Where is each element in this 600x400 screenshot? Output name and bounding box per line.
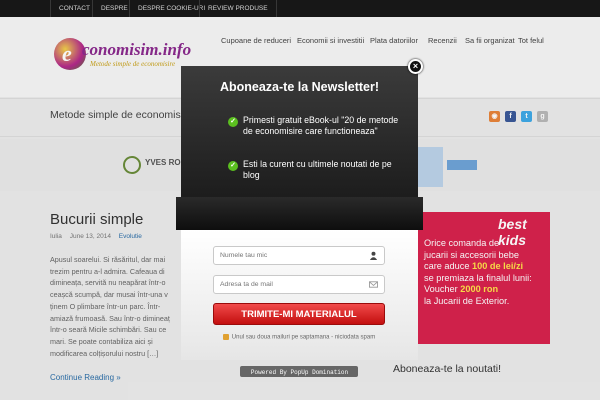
popup-ribbon <box>176 197 423 230</box>
check-icon: ✓ <box>228 117 238 127</box>
popup-benefit-ebook: Primesti gratuit eBook-ul "20 de metode … <box>243 115 399 136</box>
submit-button[interactable]: TRIMITE-MI MATERIALUL <box>213 303 385 325</box>
name-input[interactable] <box>220 247 360 264</box>
email-input[interactable] <box>220 276 360 293</box>
lock-icon <box>222 334 229 340</box>
name-field[interactable] <box>213 246 385 265</box>
close-icon[interactable]: × <box>408 59 423 74</box>
check-icon: ✓ <box>228 161 238 171</box>
user-icon <box>369 251 378 260</box>
email-field[interactable] <box>213 275 385 294</box>
mail-icon <box>369 281 378 288</box>
spam-notice: Unul sau doua mailuri pe saptamana - nic… <box>213 334 385 341</box>
popup-title: Aboneaza-te la Newsletter! <box>219 80 380 94</box>
popup-benefit-news: Esti la curent cu ultimele noutati de pe… <box>243 159 392 180</box>
powered-by-text[interactable]: Powered By PopUp Domination <box>181 369 418 376</box>
